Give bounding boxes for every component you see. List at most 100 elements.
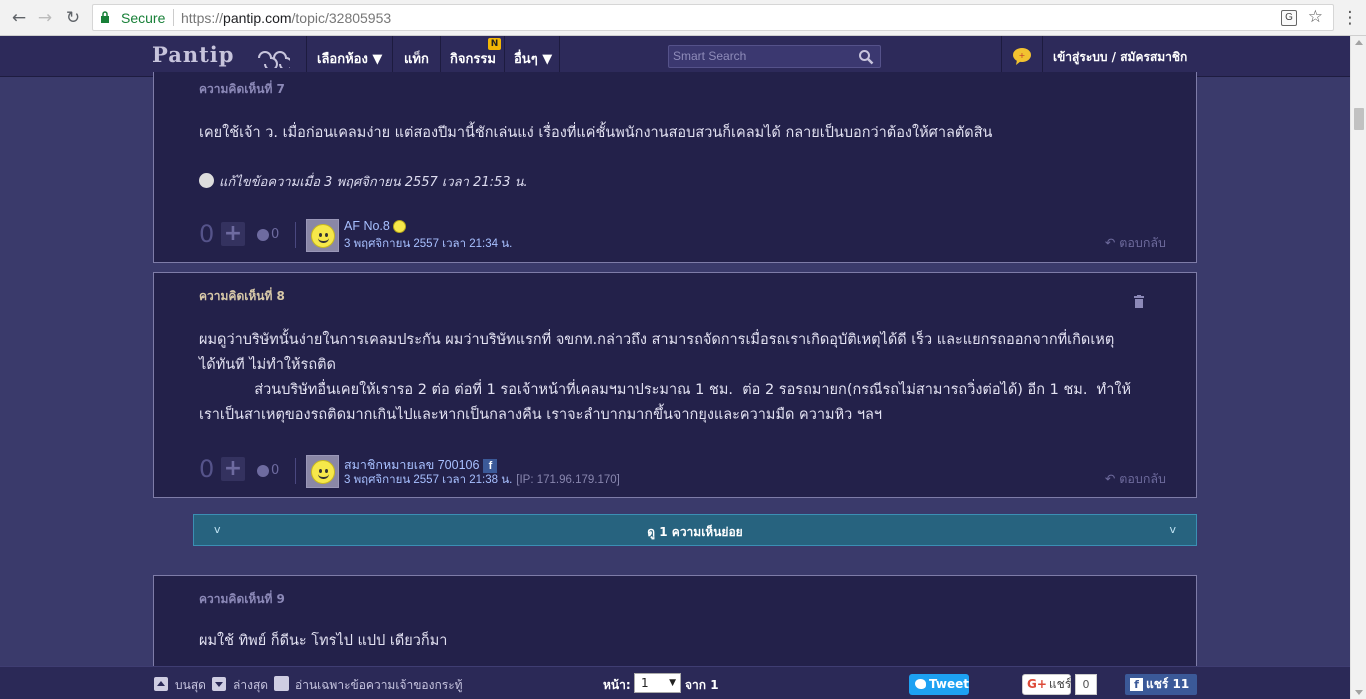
scroll-bottom-link[interactable]: ล่างสุด — [233, 676, 268, 695]
view-subcomments-button[interactable]: v ดู 1 ความเห็นย่อย v — [193, 514, 1197, 546]
laugh-emoji-icon — [392, 220, 406, 234]
page-total: จาก 1 — [685, 678, 719, 692]
reply-arrow-icon: ↶ — [1104, 471, 1120, 486]
address-bar[interactable]: Secure https://pantip.com/topic/32805953… — [92, 4, 1334, 31]
edit-clock-icon — [199, 173, 214, 188]
user-name-text[interactable]: สมาชิกหมายเลข 700106 — [344, 458, 479, 472]
owner-only-link[interactable]: อ่านเฉพาะข้อความเจ้าของกระทู้ — [295, 676, 463, 695]
lock-icon — [101, 11, 109, 23]
emotion-count: 0 — [271, 227, 280, 242]
page-label: หน้า: — [603, 678, 631, 692]
reply-button[interactable]: ↶ ตอบกลับ — [1105, 233, 1166, 253]
ip-address: [IP: 171.96.179.170] — [516, 474, 620, 486]
divider — [295, 458, 296, 484]
forward-arrow-icon[interactable]: → — [34, 7, 56, 29]
page-scrollbar[interactable] — [1350, 36, 1366, 699]
emotion-counter[interactable]: 0 — [257, 227, 279, 242]
back-arrow-icon[interactable]: ← — [8, 7, 30, 29]
comment-line: เราเป็นสาเหตุของรถติดมากเกินไปและหากเป็น… — [199, 407, 883, 423]
smart-search-input[interactable]: Smart Search — [668, 45, 881, 68]
login-register-link[interactable]: เข้าสู่ระบบ / สมัครสมาชิก — [1053, 48, 1187, 67]
tweet-label: Tweet — [929, 677, 969, 691]
url-host: pantip.com — [223, 10, 292, 26]
user-name[interactable]: AF No.8 — [344, 219, 406, 234]
gplus-label: แชร์ — [1048, 677, 1072, 691]
secure-label: Secure — [121, 10, 166, 26]
page-select[interactable]: 1 ▼ — [634, 673, 681, 693]
chevron-down-icon: v — [1169, 523, 1176, 536]
comment-text: ผมใช้ ทิพย์ ก็ดีนะ โทรไป แปป เดียวก็มา — [199, 633, 448, 649]
facebook-share-label: แชร์ 11 — [1146, 677, 1190, 691]
facebook-icon: f — [1130, 678, 1143, 691]
owner-filter-icon[interactable] — [274, 676, 289, 691]
scroll-thumb[interactable] — [1354, 108, 1364, 130]
emotion-icon — [257, 228, 269, 241]
plus-vote-icon[interactable]: + — [221, 222, 245, 246]
avatar[interactable] — [306, 219, 339, 252]
bottom-toolbar: บนสุด ล่างสุด อ่านเฉพาะข้อความเจ้าของกระ… — [0, 666, 1350, 699]
comment-8: ความคิดเห็นที่ 8 ผมดูว่าบริษัทนั้นง่ายใน… — [153, 272, 1197, 498]
reply-label: ตอบกลับ — [1119, 235, 1166, 250]
pantip-header: Pantip เลือกห้อง ▼ แท็ก กิจกรรม N อื่นๆ … — [0, 36, 1350, 77]
vote-count: 0 — [199, 455, 215, 483]
page-select-value: 1 — [641, 676, 649, 690]
comment-line: ผมดูว่าบริษัทนั้นง่ายในการเคลมประกัน ผมว… — [199, 332, 1115, 348]
smiley-face-icon — [311, 224, 335, 248]
emotion-icon — [257, 464, 269, 477]
comment-line: ได้ทันที ไม่ทำให้รถติด — [199, 357, 336, 373]
reply-label: ตอบกลับ — [1119, 471, 1166, 486]
gplus-count: 0 — [1075, 674, 1097, 695]
user-name-text[interactable]: AF No.8 — [344, 219, 390, 233]
nav-separator — [1001, 36, 1002, 77]
reload-icon[interactable]: ↻ — [62, 7, 84, 29]
nav-separator — [306, 36, 307, 77]
twitter-bird-icon — [915, 679, 926, 689]
comment-number: ความคิดเห็นที่ 7 — [199, 82, 285, 96]
nav-separator — [1042, 36, 1043, 77]
scroll-top-arrow-icon[interactable] — [154, 677, 168, 691]
nav-more[interactable]: อื่นๆ ▼ — [514, 48, 552, 69]
nav-tags[interactable]: แท็ก — [404, 48, 429, 69]
view-subcomments-label: ดู 1 ความเห็นย่อย — [647, 525, 743, 539]
nav-separator — [559, 36, 560, 77]
comment-line: ส่วนบริษัทอื่นเคยให้เรารอ 2 ต่อ ต่อที่ 1… — [199, 382, 1132, 398]
nav-choose-room[interactable]: เลือกห้อง ▼ — [317, 48, 382, 69]
pantip-logo[interactable]: Pantip — [152, 42, 234, 67]
svg-text:+: + — [1019, 51, 1026, 60]
chat-bubble-icon[interactable]: + — [1012, 47, 1032, 65]
trash-icon[interactable] — [1134, 295, 1144, 308]
dropdown-arrow-icon: ▼ — [669, 678, 676, 688]
nav-separator — [440, 36, 441, 77]
gplus-icon: G+ — [1027, 677, 1047, 691]
comment-number: ความคิดเห็นที่ 8 — [199, 289, 285, 303]
divider — [295, 222, 296, 248]
comment-7: ความคิดเห็นที่ 7 เคยใช้เจ้า ว. เมื่อก่อน… — [153, 72, 1197, 263]
browser-menu-icon[interactable]: ⋮ — [1340, 7, 1360, 29]
reply-button[interactable]: ↶ ตอบกลับ — [1105, 469, 1166, 489]
vote-count: 0 — [199, 220, 215, 248]
search-icon[interactable] — [858, 49, 874, 65]
scroll-up-arrow-icon[interactable] — [1355, 40, 1363, 45]
bookmark-star-icon[interactable]: ☆ — [1308, 7, 1323, 27]
browser-toolbar: ← → ↻ Secure https://pantip.com/topic/32… — [0, 0, 1366, 36]
tweet-button[interactable]: Tweet — [909, 674, 969, 695]
scroll-down-arrow-icon[interactable] — [1355, 690, 1363, 695]
plus-vote-icon[interactable]: + — [221, 457, 245, 481]
url-scheme: https:// — [181, 10, 224, 26]
new-badge: N — [488, 38, 501, 50]
translate-icon[interactable]: G — [1281, 10, 1297, 26]
nav-activities[interactable]: กิจกรรม — [450, 48, 496, 69]
reply-arrow-icon: ↶ — [1104, 235, 1120, 250]
url-path: /topic/32805953 — [291, 10, 392, 26]
gplus-share-button[interactable]: G+ แชร์ — [1022, 674, 1071, 695]
facebook-share-button[interactable]: f แชร์ 11 — [1125, 674, 1197, 695]
edited-note: แก้ไขข้อความเมื่อ 3 พฤศจิกายน 2557 เวลา … — [199, 171, 528, 192]
avatar[interactable] — [306, 455, 339, 488]
scroll-top-link[interactable]: บนสุด — [175, 676, 206, 695]
comment-9: ความคิดเห็นที่ 9 ผมใช้ ทิพย์ ก็ดีนะ โทรไ… — [153, 575, 1197, 675]
comment-time: 3 พฤศจิกายน 2557 เวลา 21:38 น. [IP: 171.9… — [344, 471, 620, 489]
url-text: https://pantip.com/topic/32805953 — [181, 10, 391, 26]
emotion-counter[interactable]: 0 — [257, 463, 279, 478]
pantip-logo-mark-icon[interactable] — [256, 44, 290, 68]
scroll-bottom-arrow-icon[interactable] — [212, 677, 226, 691]
